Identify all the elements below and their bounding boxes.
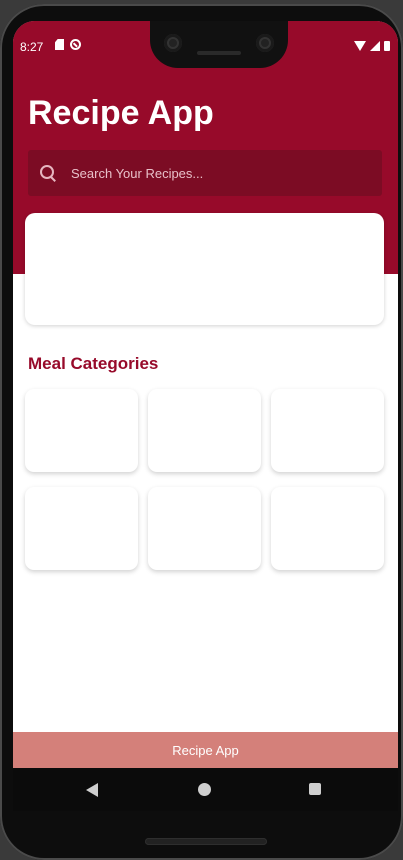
footer-bar: Recipe App: [13, 732, 398, 768]
featured-recipe-card[interactable]: [25, 213, 384, 325]
battery-icon: [384, 41, 390, 51]
category-card[interactable]: [148, 487, 261, 570]
app-screen: 8:27 Recipe App Meal Categories: [13, 21, 398, 811]
status-icons-right: [354, 41, 390, 51]
sim-card-icon: [55, 39, 64, 50]
category-card[interactable]: [25, 389, 138, 472]
search-input[interactable]: [69, 164, 363, 182]
recents-icon[interactable]: [309, 783, 321, 795]
speaker-grille: [197, 51, 241, 55]
status-icons-left: [55, 39, 81, 50]
navigation-bar: [13, 768, 398, 811]
home-icon[interactable]: [198, 783, 211, 796]
back-icon[interactable]: [86, 783, 98, 797]
categories-title: Meal Categories: [28, 354, 159, 373]
category-card[interactable]: [271, 487, 384, 570]
phone-frame: 8:27 Recipe App Meal Categories: [0, 4, 403, 860]
wifi-icon: [354, 41, 366, 51]
camera-notch: [150, 21, 288, 68]
category-card[interactable]: [25, 487, 138, 570]
category-card[interactable]: [148, 389, 261, 472]
search-icon: [40, 164, 57, 182]
app-title: Recipe App: [28, 94, 214, 132]
camera-icon: [256, 34, 274, 52]
footer-label: Recipe App: [172, 742, 239, 758]
category-grid: [25, 389, 385, 570]
signal-icon: [370, 41, 380, 51]
category-card[interactable]: [271, 389, 384, 472]
do-not-disturb-icon: [70, 39, 81, 50]
status-time: 8:27: [20, 40, 44, 54]
camera-icon: [164, 34, 182, 52]
search-bar[interactable]: [28, 150, 382, 196]
bottom-speaker-grille: [145, 838, 267, 845]
